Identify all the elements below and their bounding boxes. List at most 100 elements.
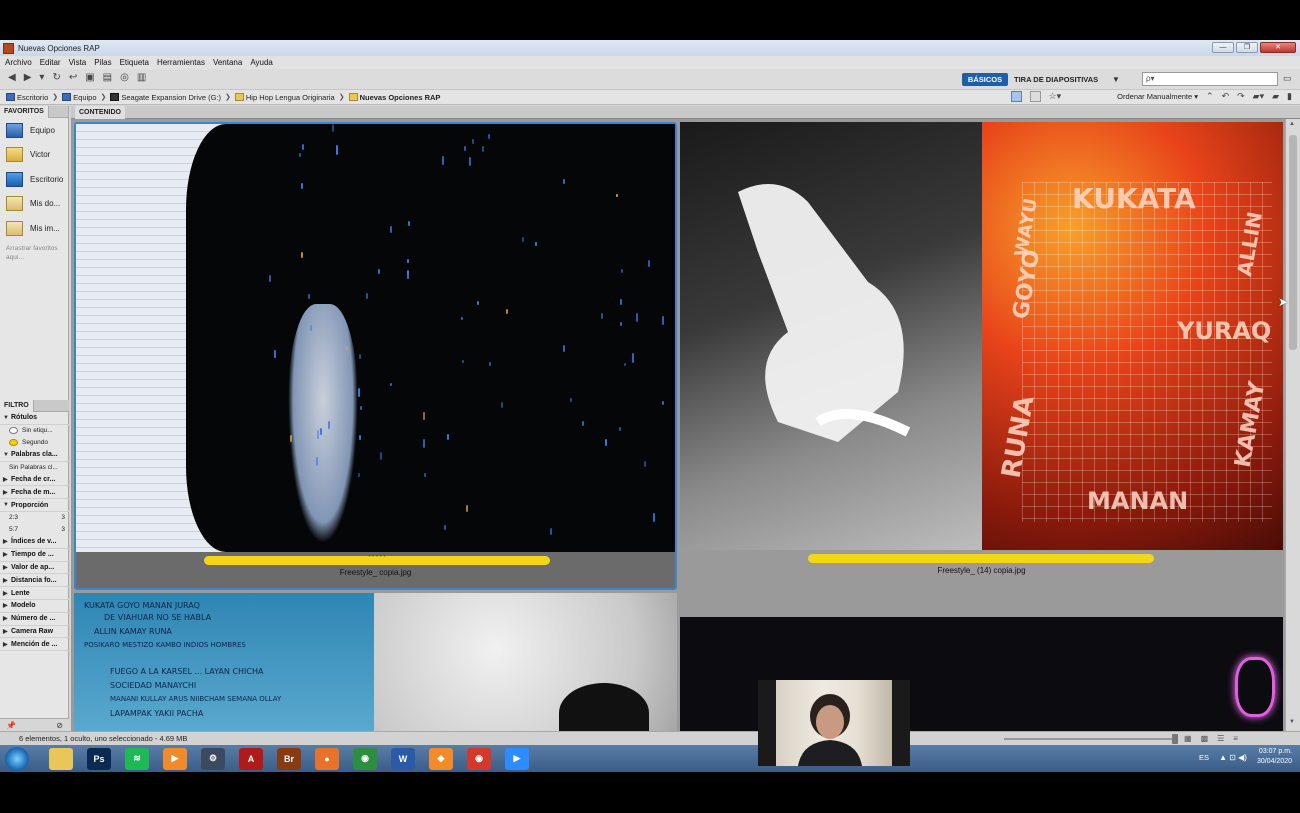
taskbar-firefox-icon[interactable]: ● [315, 747, 339, 770]
filter-group-header[interactable]: ▶ Tiempo de ... [0, 549, 69, 562]
filter-row[interactable]: 2:3 3 [0, 512, 69, 524]
taskbar-acrobat-icon[interactable]: A [239, 747, 263, 770]
filter-row[interactable]: 5:7 3 [0, 524, 69, 536]
list-view-icon[interactable]: ≡ [1233, 734, 1238, 743]
breadcrumb-hiphop-folder[interactable]: Hip Hop Lengua Originaria ❯ [234, 93, 345, 102]
filter-row[interactable]: Sin Palabras cl... [0, 462, 69, 474]
taskbar-settings-icon[interactable]: ⚙ [201, 747, 225, 770]
label-color-bar[interactable]: • • • • • [204, 554, 550, 565]
taskbar-app-orange-icon[interactable]: ◈ [429, 747, 453, 770]
scroll-up-icon[interactable]: ▲ [1289, 121, 1295, 127]
taskbar-photoshop-icon[interactable]: Ps [87, 747, 111, 770]
compact-mode-icon[interactable]: ▭ [1283, 73, 1292, 84]
scrollbar-thumb[interactable] [1289, 135, 1297, 350]
refine-icon[interactable]: ▤ [103, 72, 112, 83]
forward-icon[interactable]: ▶ [24, 72, 32, 83]
breadcrumb-escritorio[interactable]: Escritorio ❯ [6, 93, 58, 102]
favorite-escritorio[interactable]: Escritorio [0, 167, 68, 192]
minimize-button[interactable]: — [1212, 42, 1234, 53]
taskbar-word-icon[interactable]: W [391, 747, 415, 770]
filter-group-header[interactable]: ▶ Mención de ... [0, 638, 69, 652]
menu-vista[interactable]: Vista [69, 58, 87, 67]
rotate-right-icon[interactable]: ↷ [1237, 91, 1245, 102]
open-in-camera-raw-icon[interactable]: ◎ [120, 72, 129, 83]
history-dropdown-icon[interactable]: ▾ [39, 72, 44, 83]
menu-ayuda[interactable]: Ayuda [250, 58, 273, 67]
filter-group-header[interactable]: ▶ Índices de v... [0, 536, 69, 549]
lock-grid-icon[interactable]: ▦ [1184, 734, 1192, 743]
thumbnail-freestyle-14-copia[interactable]: KUKATA GOYO YURAQ MANAN RUNA WAYU ALLIN … [680, 122, 1283, 590]
rotate-left-icon[interactable]: ↶ [1222, 91, 1230, 102]
clear-filter-icon[interactable]: ⊘ [56, 721, 63, 730]
menu-herramientas[interactable]: Herramientas [157, 58, 205, 67]
sort-dropdown[interactable]: Ordenar Manualmente ▾ [1117, 92, 1198, 101]
search-input[interactable]: ρ▾ [1142, 72, 1278, 86]
menu-editar[interactable]: Editar [40, 58, 61, 67]
thumbnail-size-slider-knob[interactable] [1172, 734, 1178, 744]
label-color-bar[interactable] [808, 554, 1154, 563]
favorite-equipo[interactable]: Equipo [0, 118, 68, 143]
details-view-icon[interactable]: ☰ [1217, 734, 1224, 743]
sort-ascending-icon[interactable]: ⌃ [1206, 91, 1214, 102]
filter-group-header[interactable]: ▶ Fecha de m... [0, 486, 69, 500]
rotate-icon[interactable]: ↻ [52, 72, 60, 83]
camera-icon[interactable]: ▣ [85, 72, 94, 83]
start-button[interactable] [5, 746, 29, 771]
scroll-down-icon[interactable]: ▼ [1289, 719, 1295, 725]
taskbar-zoom-icon[interactable]: ▶ [505, 747, 529, 770]
thumbnail-size-slider[interactable] [1004, 738, 1176, 740]
webcam-overlay[interactable] [758, 680, 910, 766]
workspace-basicos-tab[interactable]: BÁSICOS [962, 73, 1008, 86]
workspace-dropdown-icon[interactable]: ▼ [1112, 73, 1120, 86]
filter-row[interactable]: Segundo [0, 437, 69, 449]
breadcrumb-equipo[interactable]: Equipo ❯ [62, 93, 106, 102]
list-view-toggle[interactable] [1029, 91, 1041, 102]
boomerang-icon[interactable]: ↩ [69, 72, 77, 83]
filter-group-header[interactable]: ▼ Palabras cla... [0, 449, 69, 462]
content-scrollbar[interactable]: ▲ ▼ [1285, 119, 1300, 731]
clock[interactable]: 03:07 p.m. 30/04/2020 [1257, 747, 1292, 767]
filter-group-header[interactable]: ▼ Proporción [0, 499, 69, 512]
filter-group-header[interactable]: ▶ Modelo [0, 600, 69, 613]
open-recent-icon[interactable]: ▰▾ [1253, 91, 1264, 102]
close-button[interactable]: ✕ [1260, 42, 1296, 53]
window-titlebar[interactable]: Nuevas Opciones RAP — ❐ ✕ [0, 40, 1300, 56]
maximize-button[interactable]: ❐ [1236, 42, 1258, 53]
taskbar-chrome-icon[interactable]: ◉ [353, 747, 377, 770]
taskbar-spotify-icon[interactable]: ≋ [125, 747, 149, 770]
thumbnail-notebook[interactable]: KUKATA GOYO MANAN JURAQ DE VIAHUAR NO SE… [74, 593, 677, 731]
pin-icon[interactable]: 📌 [6, 721, 16, 730]
language-indicator[interactable]: ES [1199, 753, 1209, 762]
taskbar-explorer-icon[interactable] [49, 747, 73, 770]
thumbnails-view-icon[interactable]: ▩ [1201, 734, 1209, 743]
taskbar-chrome2-icon[interactable]: ◉ [467, 747, 491, 770]
back-icon[interactable]: ◀ [8, 72, 16, 83]
new-folder-icon[interactable]: ▰ [1272, 91, 1279, 102]
tray-icons[interactable]: ▲ ⊡ ◀) [1219, 753, 1247, 762]
thumbnail-freestyle-copia[interactable]: • • • • • Freestyle_ copia.jpg [74, 122, 677, 590]
taskbar-media-icon[interactable]: ▶ [163, 747, 187, 770]
menu-archivo[interactable]: Archivo [5, 58, 32, 67]
filter-group-header[interactable]: ▶ Lente [0, 587, 69, 600]
taskbar-bridge-icon[interactable]: Br [277, 747, 301, 770]
filter-group-header[interactable]: ▼ Rótulos [0, 412, 69, 425]
favorite-documentos[interactable]: Mis do... [0, 192, 68, 217]
grid-view-toggle[interactable] [1010, 91, 1022, 102]
delete-icon[interactable]: ▮ [1287, 91, 1292, 102]
filter-group-header[interactable]: ▶ Valor de ap... [0, 562, 69, 575]
favorite-imagenes[interactable]: Mis im... [0, 216, 68, 241]
filter-group-header[interactable]: ▶ Camera Raw [0, 626, 69, 639]
filter-group-header[interactable]: ▶ Fecha de cr... [0, 474, 69, 487]
output-icon[interactable]: ▥ [137, 72, 146, 83]
filter-group-header[interactable]: ▶ Distancia fo... [0, 574, 69, 588]
workspace-filmstrip-tab[interactable]: TIRA DE DIAPOSITIVAS [1014, 73, 1098, 86]
breadcrumb-drive[interactable]: Seagate Expansion Drive (G:) ❯ [110, 93, 231, 102]
content-tab[interactable]: CONTENIDO [75, 106, 125, 119]
breadcrumb-current-folder[interactable]: Nuevas Opciones RAP [348, 93, 440, 102]
filter-group-header[interactable]: ▶ Número de ... [0, 613, 69, 626]
star-filter-icon[interactable]: ☆▾ [1049, 91, 1062, 102]
menu-ventana[interactable]: Ventana [213, 58, 242, 67]
menu-pilas[interactable]: Pilas [94, 58, 111, 67]
favorite-victor[interactable]: Victor [0, 143, 68, 168]
filter-row[interactable]: Sin etiqu... [0, 425, 69, 437]
